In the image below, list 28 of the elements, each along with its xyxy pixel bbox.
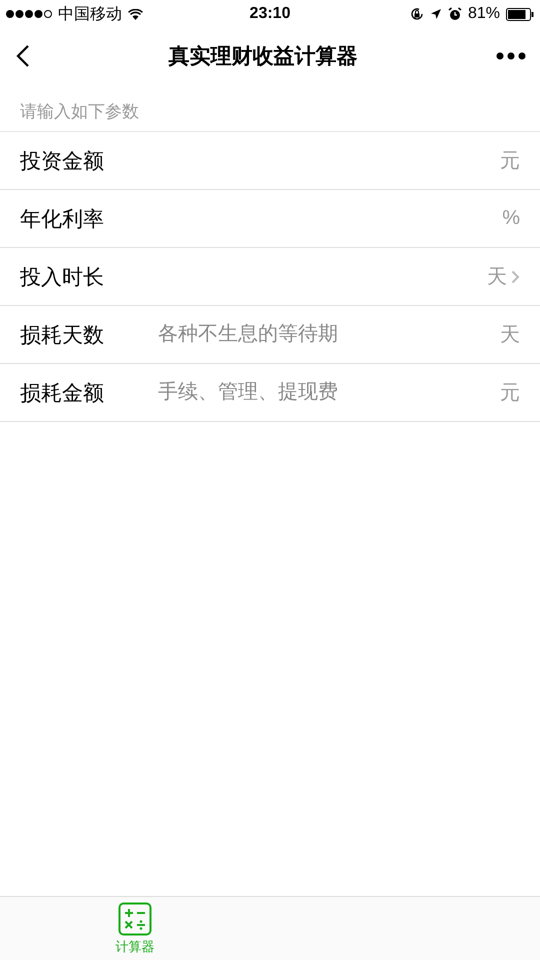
battery-icon xyxy=(506,8,534,20)
unit-label: 天 xyxy=(487,265,507,290)
location-icon xyxy=(430,8,442,20)
more-button[interactable] xyxy=(496,52,526,60)
rotation-lock-icon xyxy=(410,7,424,21)
unit-label: 元 xyxy=(500,381,520,406)
page-title: 真实理财收益计算器 xyxy=(168,44,358,70)
field-label: 投入时长 xyxy=(20,264,105,290)
clock-time: 23:10 xyxy=(250,5,290,23)
section-title: 请输入如下参数 xyxy=(0,84,540,132)
battery-percent: 81% xyxy=(468,5,500,23)
chevron-right-icon xyxy=(511,270,520,284)
carrier-name: 中国移动 xyxy=(58,4,122,24)
signal-icon xyxy=(6,10,52,18)
unit-label: 元 xyxy=(500,149,520,174)
picker-row[interactable]: 投入时长 天 xyxy=(0,248,540,306)
alarm-icon xyxy=(448,7,462,21)
field-label: 损耗金额 xyxy=(20,380,105,406)
field-label: 年化利率 xyxy=(20,206,105,232)
unit-label: 天 xyxy=(500,323,520,348)
field-label: 投资金额 xyxy=(20,148,105,174)
calculator-icon xyxy=(118,902,152,936)
unit-label: % xyxy=(502,207,520,230)
field-label: 损耗天数 xyxy=(20,322,105,348)
input-field[interactable]: 手续、管理、提现费 xyxy=(158,381,500,404)
input-field[interactable]: 各种不生息的等待期 xyxy=(158,323,500,346)
back-button[interactable] xyxy=(16,44,30,68)
wifi-icon xyxy=(128,8,143,20)
